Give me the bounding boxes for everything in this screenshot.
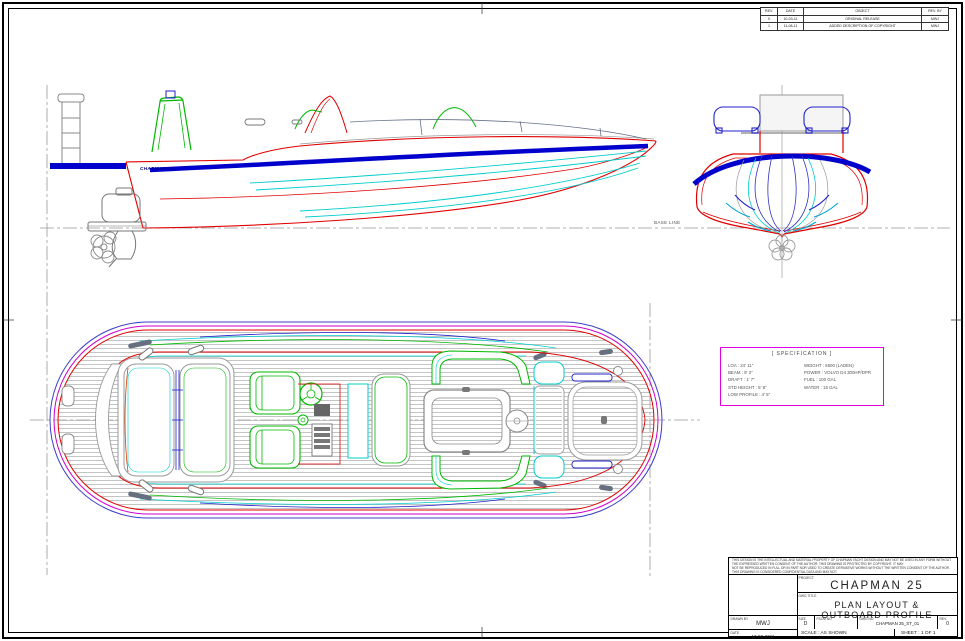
swim-platform [50,163,126,169]
specification-right-column: WEIGHT : 5500 (LADEN) POWER : VOLVO D4 3… [804,362,879,398]
specification-box: [ SPECIFICATION ] LOA : 24' 11" BEAM : 9… [720,347,884,406]
revision-row: 1 11-08-11 ADDED DESCRIPTION OF COPYRIGH… [761,22,948,30]
rev-by-cell: MWJ [921,16,948,23]
stern-ladder [58,94,84,163]
deck-handle [245,119,265,125]
rev-cell: 1 [761,23,777,30]
spec-water: WATER : 15 GAL [804,384,879,391]
object-cell: ADDED DESCRIPTION OF COPYRIGHT [803,23,921,30]
fscm-label: FSCM NO [815,616,857,621]
spec-loa: LOA : 24' 11" [728,362,804,369]
bow-hatch [534,362,564,384]
revision-table: REV. DATE OBJECT REV. BY 0 10-03-11 ORIG… [760,7,949,31]
console-top [760,95,843,131]
drawn-by-value: MWJ [729,621,797,627]
date-cell: 10-03-11 [777,16,803,23]
rev-value: 0 [938,621,957,627]
grab-rail-profile [295,108,476,129]
revision-row: 0 10-03-11 ORIGINAL RELEASE MWJ [761,15,948,23]
date-cell: DATE 10-03-2011 [729,629,797,639]
date-header: DATE [777,8,803,15]
steering-wheel [300,383,322,405]
dwg-title-label: DWG TITLE [797,593,957,598]
project-cell: PROJECT CHAPMAN 25 [797,575,957,593]
companion-lounge [372,374,410,466]
dwg-no-cell: DWG NO CHAPMAN 25_ST_01 [857,616,937,629]
table-pedestal [506,410,528,432]
spec-power: POWER : VOLVO D4 300HP/DPR [804,369,879,376]
project-name: CHAPMAN 25 [797,580,957,592]
stern-sunpads [118,358,234,482]
rev-cell: 0 [761,16,777,23]
bow-rail-plan [572,461,612,468]
forward-step-pad [534,386,564,454]
spec-draft: DRAFT : 1' 7" [728,376,804,383]
specification-left-column: LOA : 24' 11" BEAM : 9' 3" DRAFT : 1' 7"… [728,362,804,398]
deck-cleat [292,120,302,124]
scale-value: SCALE : AS SHOWN [797,629,894,636]
sheet-value: SHEET : 1 OF 1 [895,629,957,636]
drawing-title-line1: PLAN LAYOUT & [797,600,957,611]
drawing-sheet: REV. DATE OBJECT REV. BY 0 10-03-11 ORIG… [0,0,965,641]
object-header: OBJECT [803,8,921,15]
size-value: D [797,621,814,627]
boat-line-drawing [0,0,965,641]
drawing-title-cell: DWG TITLE PLAN LAYOUT & OUTBOARD PROFILE [797,593,957,615]
dwg-no-value: CHAPMAN 25_ST_01 [858,621,937,626]
rev-cell-block: REV. 0 [937,616,957,629]
spec-beam: BEAM : 9' 3" [728,369,804,376]
spec-weight: WEIGHT : 5500 (LADEN) [804,362,879,369]
base-line-label: BASE LINE [654,220,680,225]
walkthrough-hatch [348,384,368,458]
cockpit-table [424,387,510,455]
date-value: 10-03-2011 [729,634,797,639]
rev-header: REV. [761,8,777,15]
scale-cell: SCALE : AS SHOWN [797,629,894,639]
size-cell: SIZE D [797,616,814,629]
number-band: SIZE D FSCM NO DWG NO CHAPMAN 25_ST_01 R… [797,615,957,629]
hull-name-label: CHAPMAN 25 [140,166,174,171]
proprietary-notice: THIS DESIGN IS THE INTELLECTUAL AND MATE… [729,558,957,575]
date-cell: 11-08-11 [777,23,803,30]
drawn-by-cell: DRAWN BY MWJ [729,615,797,628]
rev-by-header: REV. BY [921,8,948,15]
tower-arch [152,97,191,152]
bow-rail-plan [572,374,612,381]
transom-handle [62,434,74,454]
fscm-cell: FSCM NO [814,616,857,629]
profile-view [50,91,656,267]
spec-low-profile: LOW PROFILE : 4' 5" [728,391,804,398]
specification-title: [ SPECIFICATION ] [721,351,883,357]
spec-fuel: FUEL : 100 GAL [804,376,879,383]
title-block: THIS DESIGN IS THE INTELLECTUAL AND MATE… [728,557,958,637]
forward-sunpad [568,382,642,460]
sheet-cell: SHEET : 1 OF 1 [894,629,957,639]
rev-by-cell: MWJ [921,23,948,30]
object-cell: ORIGINAL RELEASE [803,16,921,23]
bow-hatch [534,456,564,478]
plan-view [50,322,662,518]
bow-fitting [614,367,623,376]
transom-handle [62,386,74,406]
bow-fitting [614,465,623,474]
spec-std-height: STD HEIGHT : 5' 8" [728,384,804,391]
revision-table-header: REV. DATE OBJECT REV. BY [761,8,948,15]
throttle-control [298,415,308,425]
scale-sheet-band: SCALE : AS SHOWN SHEET : 1 OF 1 [797,629,957,639]
windshield-profile [305,96,347,133]
